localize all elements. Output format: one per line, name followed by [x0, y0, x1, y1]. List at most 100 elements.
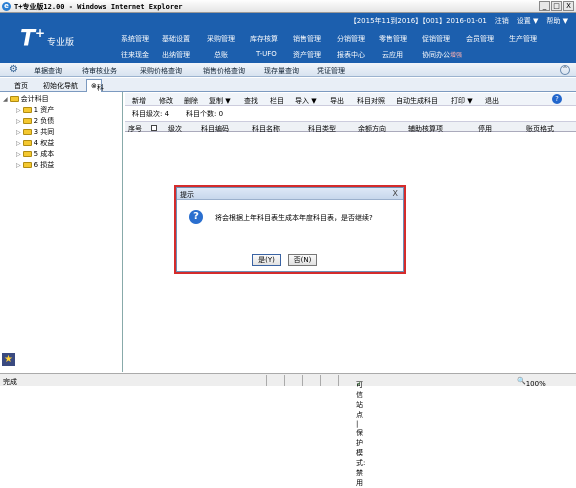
- module-cashier[interactable]: 出纳管理: [162, 50, 190, 60]
- module-tufo[interactable]: T-UFO: [256, 50, 277, 58]
- status-divider: [320, 375, 332, 386]
- tree-root[interactable]: ◢ 会计科目: [3, 94, 49, 104]
- module-basic[interactable]: 基础设置: [162, 34, 190, 44]
- collapse-icon[interactable]: ^: [560, 65, 570, 75]
- module-purchase[interactable]: 采购管理: [207, 34, 235, 44]
- module-reports[interactable]: 报表中心: [337, 50, 365, 60]
- app-logo: T+: [20, 26, 45, 51]
- module-sales[interactable]: 销售管理: [293, 34, 321, 44]
- module-ledger[interactable]: 总账: [214, 50, 228, 60]
- help-icon[interactable]: ?: [552, 94, 562, 104]
- columns-button[interactable]: 栏目: [270, 96, 284, 106]
- module-collab[interactable]: 协同办公增强: [422, 50, 462, 60]
- yes-button[interactable]: 是(Y): [252, 254, 281, 266]
- nav-purchase-price[interactable]: 采购价格查询: [140, 66, 182, 76]
- delete-button[interactable]: 删除: [184, 96, 198, 106]
- no-button[interactable]: 否(N): [288, 254, 317, 266]
- gear-icon[interactable]: ⚙: [9, 64, 18, 75]
- tree-item-label: 4 权益: [33, 139, 55, 147]
- module-system[interactable]: 系统管理: [121, 34, 149, 44]
- folder-icon: [22, 118, 32, 124]
- edit-button[interactable]: 修改: [159, 96, 173, 106]
- account-tree: ◢ 会计科目 ▷ 1 资产 ▷ 2 负债 ▷ 3 共同 ▷ 4 权益 ▷ 5 成本 ▷ 6 损…: [0, 92, 123, 372]
- folder-icon: [22, 151, 32, 157]
- edition-label: 专业版: [47, 38, 75, 48]
- dialog-titlebar: 提示 X: [177, 188, 403, 200]
- minimize-button[interactable]: _: [539, 1, 550, 11]
- expand-arrow-icon[interactable]: ▷: [16, 162, 21, 169]
- tree-item-label: 3 共同: [33, 128, 55, 136]
- confirm-dialog: 提示 X ? 将会根据上年科目表生成本年度科目表，是否继续? 是(Y) 否(N): [176, 187, 404, 272]
- nav-sales-price[interactable]: 销售价格查询: [203, 66, 245, 76]
- expand-arrow-icon[interactable]: ▷: [16, 118, 21, 125]
- logout-link[interactable]: 注销: [495, 16, 509, 26]
- folder-icon: [9, 96, 19, 102]
- action-toolbar: 新增 修改 删除 复制 ▼ 查找 栏目 导入 ▼ 导出 科目对照 自动生成科目 …: [125, 93, 576, 106]
- zoom-level[interactable]: 🔍 100%: [517, 377, 546, 388]
- window-titlebar: e T+专业版12.00 - Windows Internet Explorer…: [0, 0, 576, 13]
- ie-icon: e: [2, 2, 11, 11]
- tab-accounts[interactable]: ⊗ 科目: [86, 79, 104, 102]
- help-menu[interactable]: 帮助 ▼: [546, 16, 568, 26]
- module-cloud[interactable]: 云应用: [382, 50, 403, 60]
- table-header: 序号 级次 科目编码 科目名称 科目类型 余额方向 辅助核算项 停用 账页格式: [125, 121, 576, 133]
- folder-icon: [22, 162, 32, 168]
- module-member[interactable]: 会员管理: [466, 34, 494, 44]
- folder-icon: [22, 140, 32, 146]
- maximize-button[interactable]: □: [551, 1, 562, 11]
- auto-generate-button[interactable]: 自动生成科目: [396, 96, 438, 106]
- tab-init-guide[interactable]: 初始化导航: [43, 81, 78, 91]
- import-button[interactable]: 导入 ▼: [295, 96, 317, 106]
- module-production[interactable]: 生产管理: [509, 34, 537, 44]
- select-all-checkbox[interactable]: [151, 125, 157, 131]
- nav-voucher[interactable]: 凭证管理: [317, 66, 345, 76]
- tab-home[interactable]: 首页: [14, 81, 28, 91]
- status-divider: [284, 375, 296, 386]
- nav-stock-query[interactable]: 现存量查询: [264, 66, 299, 76]
- export-button[interactable]: 导出: [330, 96, 344, 106]
- close-window-button[interactable]: X: [563, 1, 574, 11]
- dialog-close-icon[interactable]: X: [393, 189, 398, 198]
- find-button[interactable]: 查找: [244, 96, 258, 106]
- tree-item-profit-loss[interactable]: ▷ 6 损益: [16, 160, 54, 170]
- expand-arrow-icon[interactable]: ▷: [16, 140, 21, 147]
- print-button[interactable]: 打印 ▼: [451, 96, 473, 106]
- account-mapping-button[interactable]: 科目对照: [357, 96, 385, 106]
- module-inventory[interactable]: 库存核算: [250, 34, 278, 44]
- favorites-star-icon[interactable]: ★: [2, 353, 15, 366]
- status-bar: 完成 ✓ 可信站点 | 保护模式: 禁用 🔍 100%: [0, 373, 576, 487]
- tree-item-equity[interactable]: ▷ 4 权益: [16, 138, 54, 148]
- account-level-info: 科目级次: 4: [132, 110, 170, 118]
- status-divider: [302, 375, 314, 386]
- quick-nav-bar: ⚙ 单据查询 待审核业务 采购价格查询 销售价格查询 现存量查询 凭证管理 ^: [0, 63, 576, 77]
- nav-pending-review[interactable]: 待审核业务: [82, 66, 117, 76]
- folder-icon: [22, 107, 32, 113]
- page-tabs: 首页 初始化导航 ⊗ 科目: [0, 78, 576, 102]
- settings-menu[interactable]: 设置 ▼: [517, 16, 539, 26]
- expand-arrow-icon[interactable]: ▷: [16, 129, 21, 136]
- tree-item-label: 2 负债: [33, 117, 55, 125]
- tree-item-label: 6 损益: [33, 161, 55, 169]
- module-promotion[interactable]: 促销管理: [422, 34, 450, 44]
- tree-item-common[interactable]: ▷ 3 共同: [16, 127, 54, 137]
- window-title: T+专业版12.00 - Windows Internet Explorer: [14, 3, 183, 11]
- module-distribution[interactable]: 分销管理: [337, 34, 365, 44]
- module-assets[interactable]: 资产管理: [293, 50, 321, 60]
- tree-item-assets[interactable]: ▷ 1 资产: [16, 105, 54, 115]
- exit-button[interactable]: 退出: [485, 96, 499, 106]
- nav-document-query[interactable]: 单据查询: [34, 66, 62, 76]
- expand-arrow-icon[interactable]: ▷: [16, 107, 21, 114]
- tree-item-liabilities[interactable]: ▷ 2 负债: [16, 116, 54, 126]
- app-header: T+ 专业版 【2015年11到2016】【001】2016-01-01 注销 …: [0, 13, 576, 63]
- copy-button[interactable]: 复制 ▼: [209, 96, 231, 106]
- collapse-arrow-icon[interactable]: ◢: [3, 96, 8, 103]
- add-button[interactable]: 新增: [132, 96, 146, 106]
- logo-text: T: [20, 26, 36, 52]
- module-retail[interactable]: 零售管理: [379, 34, 407, 44]
- module-cash[interactable]: 往来现金: [121, 50, 149, 60]
- folder-icon: [22, 129, 32, 135]
- new-badge: 增强: [450, 52, 463, 59]
- expand-arrow-icon[interactable]: ▷: [16, 151, 21, 158]
- module-collab-label: 协同办公: [422, 51, 450, 59]
- tree-item-cost[interactable]: ▷ 5 成本: [16, 149, 54, 159]
